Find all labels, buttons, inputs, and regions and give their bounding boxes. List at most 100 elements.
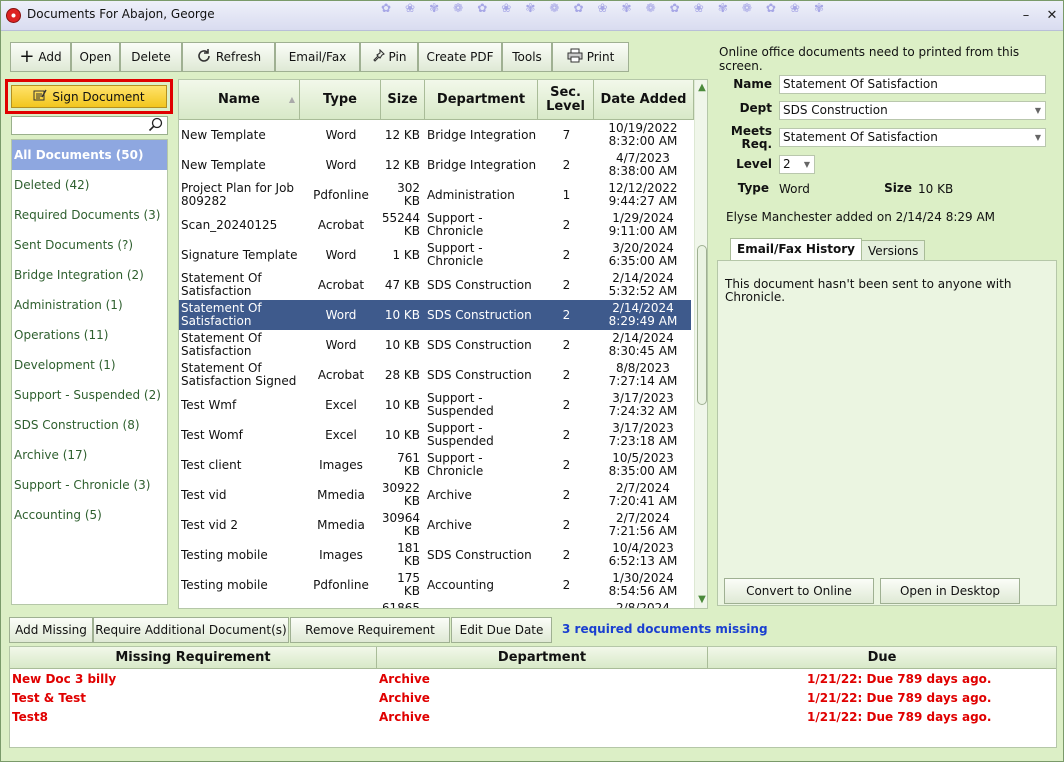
add-button[interactable]: + Add [10,42,71,72]
type-value: Word [779,182,810,196]
cell-dept: Archive [427,517,472,532]
column-header-sec-level[interactable]: Sec. Level [538,80,594,120]
refresh-button[interactable]: Refresh [182,42,275,72]
folder-item[interactable]: Support - Chronicle (3) [12,470,167,500]
scroll-up-icon[interactable]: ▲ [696,82,707,94]
cell-dept: Administration [427,187,515,202]
document-row[interactable]: Project Plan for Job 809282 Pdfonline 302 … [179,180,691,210]
cell-name: Test vid [181,487,227,502]
cell-level: 2 [562,547,571,562]
column-header-size[interactable]: Size [381,80,425,120]
convert-to-online-button[interactable]: Convert to Online [724,578,874,604]
cell-name: Testing mobile [181,577,268,592]
refresh-icon [196,48,212,67]
document-row[interactable]: Testing mobile Pdfonline 175 KB Accounting 2… [179,570,691,600]
column-header-department[interactable]: Department [425,80,538,120]
cell-date: 2/7/2024 7:21:56 AM [608,511,678,538]
column-header-name[interactable]: Name ▲ [179,80,300,120]
document-row[interactable]: Testing vidMmedia61865 KB Archive2 2/8/202… [179,600,691,609]
cell-type: Acrobat [317,367,365,382]
name-field[interactable]: Statement Of Satisfaction [779,75,1046,94]
document-row[interactable]: New Template Word 12 KB Bridge Integration 2… [179,150,691,180]
folder-item[interactable]: Support - Suspended (2) [12,380,167,410]
cell-date: 10/4/2023 6:52:13 AM [608,541,678,568]
size-value: 10 KB [918,182,954,196]
cell-level: 2 [562,397,571,412]
document-row[interactable]: New Template Word 12 KB Bridge Integration 7… [179,120,691,150]
folder-item[interactable]: Development (1) [12,350,167,380]
search-icon[interactable] [148,117,164,133]
cell-name: Signature Template [181,247,298,262]
folder-item[interactable]: Required Documents (3) [12,200,167,230]
cell-size: 47 KB [384,277,420,292]
grid-header: Name ▲ Type Size Department Sec. Level D… [179,80,694,120]
cell-size: 61865 KB [383,601,420,609]
document-row[interactable]: Test Womf Excel 10 KB Support - Suspended 2 3… [179,420,691,450]
close-icon[interactable]: ✕ [1045,9,1059,23]
document-row[interactable]: Statement Of Satisfaction Signed Acrobat 2… [179,360,691,390]
cell-level: 7 [562,127,571,142]
pin-button[interactable]: Pin [360,42,418,72]
folder-search-input[interactable] [11,116,168,135]
folder-item[interactable]: Bridge Integration (2) [12,260,167,290]
open-in-desktop-button[interactable]: Open in Desktop [880,578,1020,604]
require-additional-button[interactable]: Require Additional Document(s) [93,617,289,643]
sign-document-button[interactable]: Sign Document [11,85,167,108]
level-select[interactable]: 2 ▼ [779,155,815,174]
document-row[interactable]: Statement Of Satisfaction Word 10 KB SDS Co… [179,299,692,331]
edit-due-date-button[interactable]: Edit Due Date [451,617,552,643]
column-header-type[interactable]: Type [300,80,381,120]
cell-date: 8/8/2023 7:27:14 AM [608,361,678,388]
remove-requirement-button[interactable]: Remove Requirement [290,617,450,643]
requirement-row[interactable]: Test8 Archive 1/21/22: Due 789 days ago. [10,708,1056,727]
column-header-req-department[interactable]: Department [377,647,708,669]
meets-req-select[interactable]: Statement Of Satisfaction ▼ [779,128,1046,147]
column-header-due[interactable]: Due [708,647,1056,669]
tools-button[interactable]: Tools [502,42,552,72]
dept-select[interactable]: SDS Construction ▼ [779,101,1046,120]
document-row[interactable]: Statement Of Satisfaction Word 10 KB SDS Co… [179,330,691,360]
cell-name: Test Wmf [181,397,237,412]
document-row[interactable]: Test vid 2 Mmedia 30964 KB Archive 2 2/7/2024… [179,510,691,540]
column-header-date-added[interactable]: Date Added [594,80,694,120]
create-pdf-button[interactable]: Create PDF [418,42,502,72]
document-row[interactable]: Test Wmf Excel 10 KB Support - Suspended 2 3/… [179,390,691,420]
scrollbar-thumb[interactable] [697,245,707,405]
folder-item[interactable]: Accounting (5) [12,500,167,530]
folder-item[interactable]: Deleted (42) [12,170,167,200]
add-missing-button[interactable]: Add Missing [9,617,93,643]
document-row[interactable]: Test vid Mmedia 30922 KB Archive 2 2/7/2024 7… [179,480,691,510]
scroll-down-icon[interactable]: ▼ [696,594,707,606]
req-cell-due: 1/21/22: Due 789 days ago. [807,672,992,686]
requirement-row[interactable]: New Doc 3 billy Archive 1/21/22: Due 789 d… [10,670,1056,689]
print-button[interactable]: Print [552,42,629,72]
cell-name: New Template [181,157,266,172]
req-cell-due: 1/21/22: Due 789 days ago. [807,710,992,724]
document-row[interactable]: Scan_20240125 Acrobat 55244 KB Support - Ch… [179,210,691,240]
folder-item[interactable]: Sent Documents (?) [12,230,167,260]
tab-email-fax-history[interactable]: Email/Fax History [730,238,862,261]
email-fax-button[interactable]: Email/Fax [275,42,360,72]
minimize-icon[interactable]: – [1019,9,1033,23]
cell-date: 1/29/2024 9:11:00 AM [608,211,678,238]
cell-size: 175 KB [397,571,420,598]
open-button[interactable]: Open [71,42,120,72]
cell-name: Test client [181,457,242,472]
tab-versions[interactable]: Versions [861,240,926,262]
grid-scrollbar[interactable]: ▲ ▼ [694,80,707,608]
folder-item[interactable]: Administration (1) [12,290,167,320]
document-row[interactable]: Testing mobile Images 181 KB SDS Constructi… [179,540,691,570]
folder-item[interactable]: Archive (17) [12,440,167,470]
document-row[interactable]: Statement Of Satisfaction Acrobat 47 KB SDS… [179,270,691,300]
folder-item[interactable]: SDS Construction (8) [12,410,167,440]
column-header-missing-requirement[interactable]: Missing Requirement [10,647,377,669]
requirement-row[interactable]: Test & Test Archive 1/21/22: Due 789 days … [10,689,1056,708]
cell-type: Images [319,457,363,472]
delete-button[interactable]: Delete [120,42,182,72]
cell-size: 30964 KB [383,511,420,538]
folder-item[interactable]: All Documents (50) [12,140,167,170]
document-row[interactable]: Test client Images 761 KB Support - Chronic… [179,450,691,480]
folder-item[interactable]: Operations (11) [12,320,167,350]
document-row[interactable]: Signature Template Word 1 KB Support - Chro… [179,240,691,270]
cell-dept: SDS Construction [427,307,532,322]
